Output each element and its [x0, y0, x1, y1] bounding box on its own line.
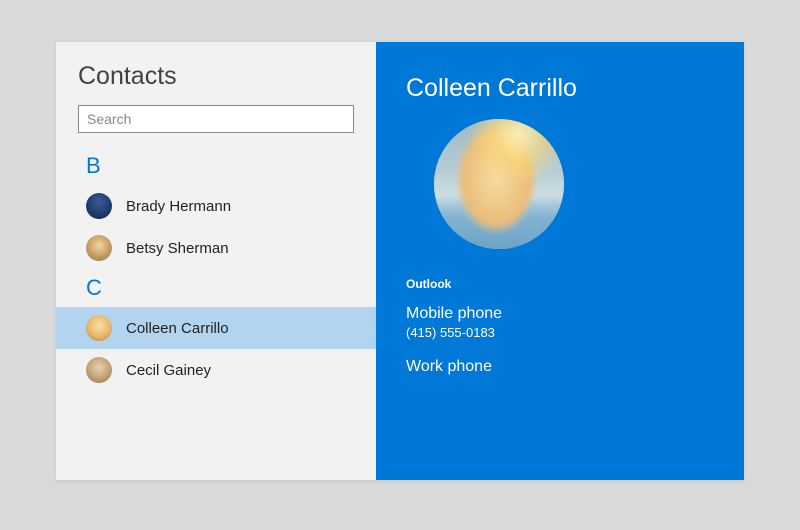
group-header-b[interactable]: B — [56, 147, 376, 185]
contact-name: Cecil Gainey — [126, 362, 211, 379]
field-label-mobile: Mobile phone — [406, 305, 714, 323]
search-box[interactable] — [78, 105, 354, 133]
contact-list: B Brady Hermann Betsy Sherman C Colleen … — [56, 147, 376, 480]
search-input[interactable] — [87, 111, 345, 127]
contact-item[interactable]: Colleen Carrillo — [56, 307, 376, 349]
avatar-image — [434, 119, 564, 249]
contacts-window: Contacts B Brady Hermann Betsy Sherman C… — [56, 42, 744, 480]
avatar — [86, 357, 112, 383]
avatar — [86, 315, 112, 341]
field-value-mobile[interactable]: (415) 555-0183 — [406, 325, 714, 340]
contact-item[interactable]: Betsy Sherman — [56, 227, 376, 269]
contact-name: Colleen Carrillo — [126, 320, 229, 337]
avatar — [86, 193, 112, 219]
contacts-sidebar: Contacts B Brady Hermann Betsy Sherman C… — [56, 42, 376, 480]
avatar — [86, 235, 112, 261]
detail-name: Colleen Carrillo — [406, 74, 714, 103]
group-header-c[interactable]: C — [56, 269, 376, 307]
contact-name: Brady Hermann — [126, 198, 231, 215]
contact-detail-pane: Colleen Carrillo Outlook Mobile phone (4… — [376, 42, 744, 480]
source-label: Outlook — [406, 277, 714, 291]
field-label-work: Work phone — [406, 358, 714, 376]
contact-name: Betsy Sherman — [126, 240, 229, 257]
sidebar-title: Contacts — [56, 62, 376, 91]
contact-item[interactable]: Brady Hermann — [56, 185, 376, 227]
detail-avatar — [434, 119, 564, 249]
contact-item[interactable]: Cecil Gainey — [56, 349, 376, 391]
